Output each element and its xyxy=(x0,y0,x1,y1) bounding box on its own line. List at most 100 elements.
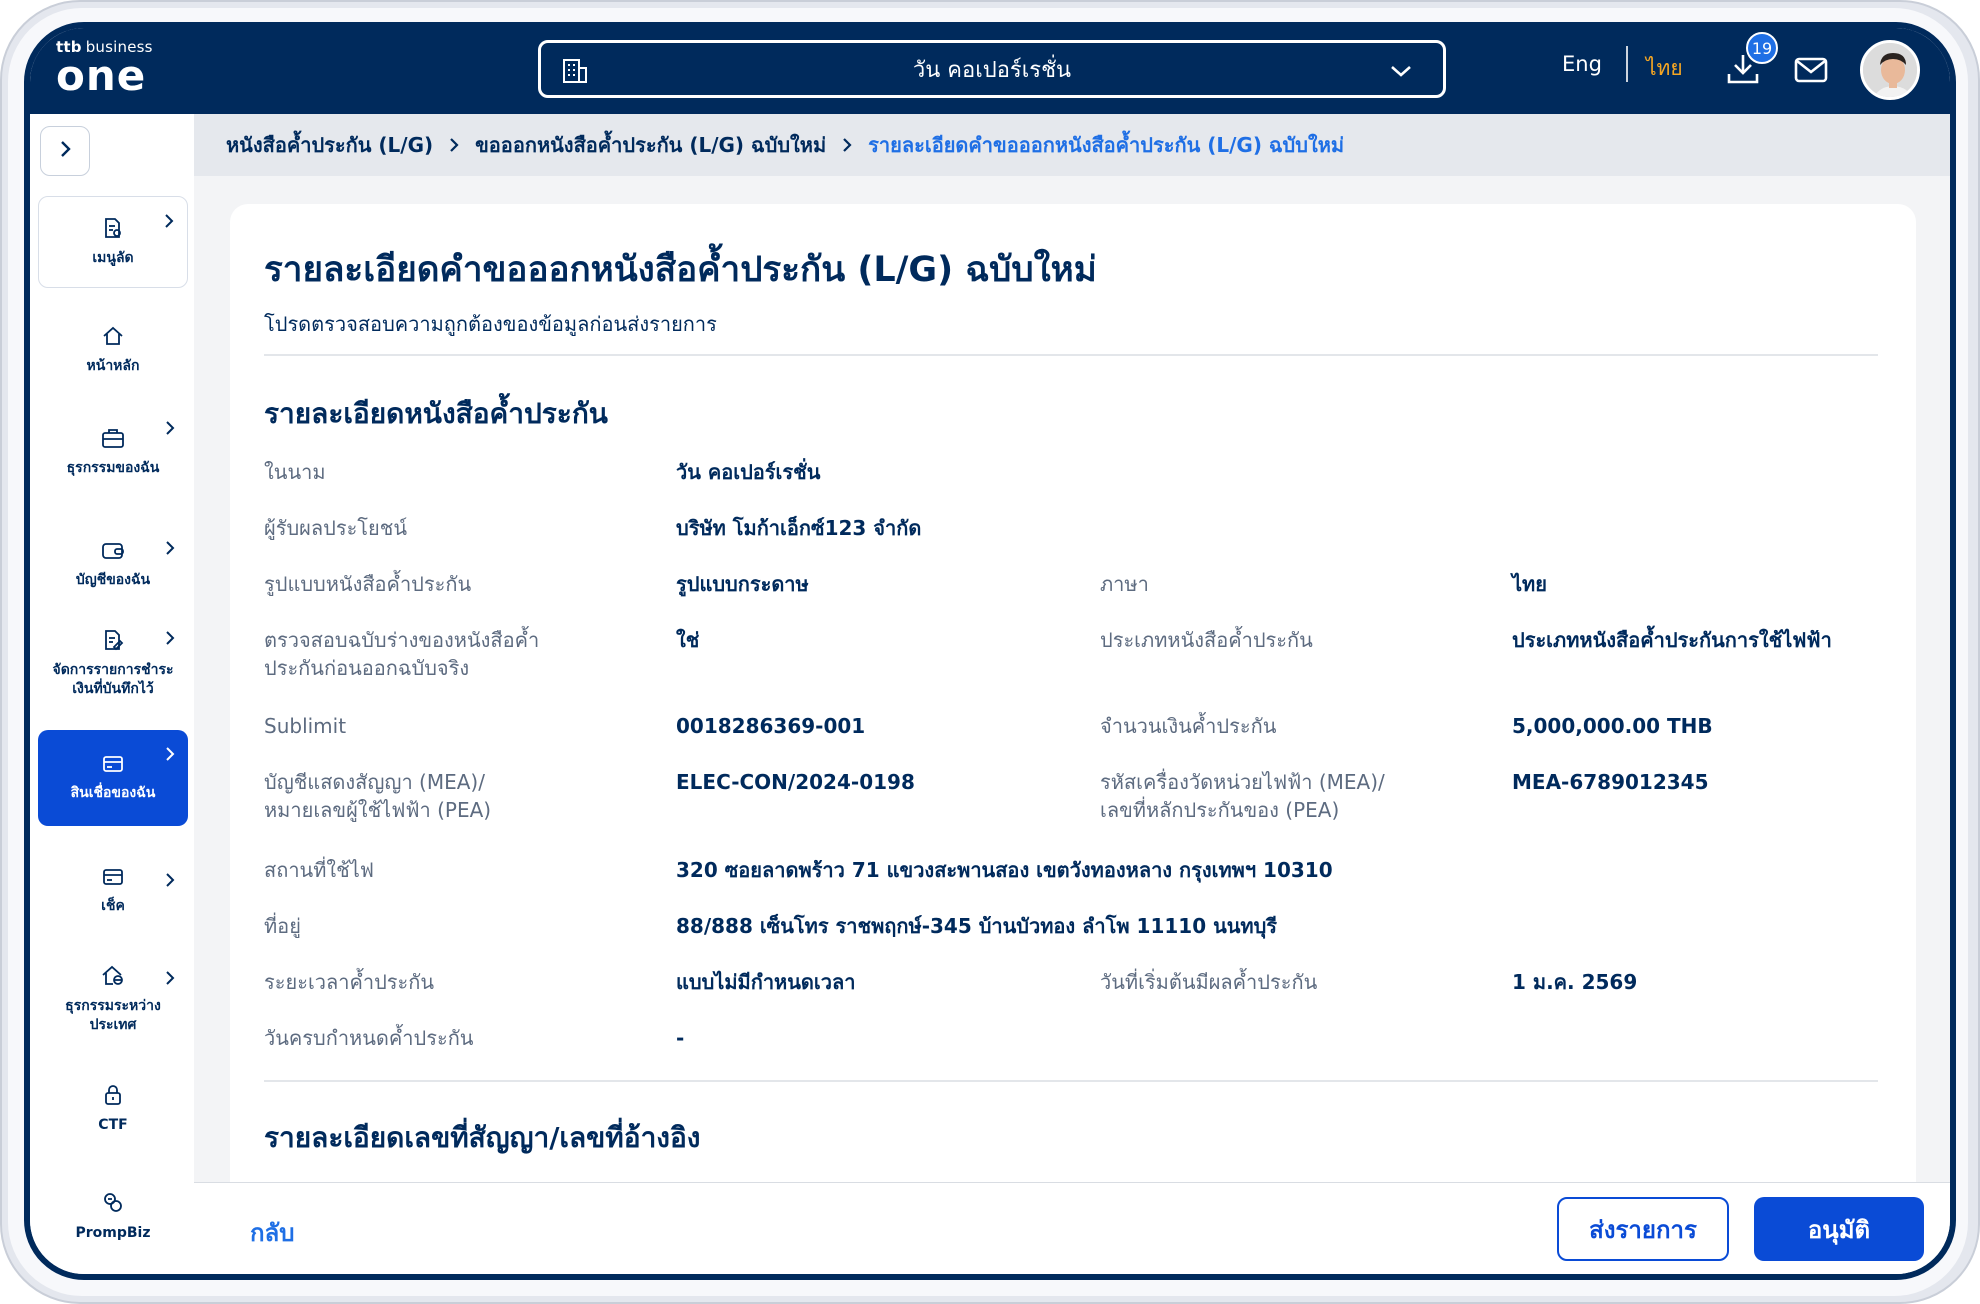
lang-eng-button[interactable]: Eng xyxy=(1562,52,1602,76)
chevron-down-icon xyxy=(1389,59,1413,87)
sidebar-item-ctf[interactable]: CTF xyxy=(38,1074,188,1144)
field-label-beneficiary: ผู้รับผลประโยชน์ xyxy=(264,516,408,540)
field-label-amount: จำนวนเงินค้ำประกัน xyxy=(1100,714,1277,738)
coins-icon xyxy=(102,1192,124,1218)
logo-text: one xyxy=(56,51,147,100)
breadcrumb-item-current: รายละเอียดคำขอออกหนังสือค้ำประกัน (L/G) … xyxy=(868,133,1345,157)
chevron-right-icon xyxy=(164,746,176,765)
section-title-contract: รายละเอียดเลขที่สัญญา/เลขที่อ้างอิง xyxy=(264,1121,701,1154)
detail-card: รายละเอียดคำขอออกหนังสือค้ำประกัน (L/G) … xyxy=(230,204,1916,1204)
field-label-format: รูปแบบหนังสือค้ำประกัน xyxy=(264,572,472,596)
field-value-period: แบบไม่มีกำหนดเวลา xyxy=(676,970,856,994)
field-label-line: บัญชีแสดงสัญญา (MEA)/ xyxy=(264,770,485,794)
sidebar-item-label: ธุรกรรมของฉัน xyxy=(66,459,160,476)
lang-thai-button[interactable]: ไทย xyxy=(1646,52,1683,85)
field-value-beneficiary: บริษัท โมก้าเอ็กซ์123 จำกัด xyxy=(676,516,922,540)
field-label-end-date: วันครบกำหนดค้ำประกัน xyxy=(264,1026,474,1050)
sidebar-item-my-loans[interactable]: สินเชื่อของฉัน xyxy=(38,730,188,826)
sidebar-item-prompbiz[interactable]: PrompBiz xyxy=(38,1182,188,1252)
field-label-name: ในนาม xyxy=(264,460,326,484)
field-value-start-date: 1 ม.ค. 2569 xyxy=(1512,970,1638,994)
avatar[interactable] xyxy=(1860,40,1920,100)
sidebar-item-saved-payments[interactable]: จัดการรายการชำระเงินที่บันทึกไว้ xyxy=(38,614,188,714)
top-bar: ttb business one วัน คอเปอร์เรชั่น Eng ไท… xyxy=(30,28,1950,114)
page-title: รายละเอียดคำขอออกหนังสือค้ำประกัน (L/G) … xyxy=(264,250,1097,290)
card-icon xyxy=(102,754,124,778)
field-value-site: 320 ซอยลาดพร้าว 71 แขวงสะพานสอง เขตวังทอ… xyxy=(676,858,1333,882)
chevron-right-icon xyxy=(447,137,461,153)
chevron-right-icon xyxy=(163,213,175,232)
sidebar-item-label: จัดการรายการชำระเงินที่บันทึกไว้ xyxy=(52,662,174,697)
footer-bar: กลับ ส่งรายการ อนุมัติ xyxy=(194,1182,1950,1274)
sidebar-item-label: สินเชื่อของฉัน xyxy=(70,784,156,801)
page-subtitle: โปรดตรวจสอบความถูกต้องของข้อมูลก่อนส่งรา… xyxy=(264,312,717,336)
chevron-right-icon xyxy=(56,140,74,162)
field-value-language: ไทย xyxy=(1512,572,1547,596)
field-label-draft-check: ตรวจสอบฉบับร่างของหนังสือค้ำ ประกันก่อนอ… xyxy=(264,626,539,682)
field-value-name: วัน คอเปอร์เรชั่น xyxy=(676,460,821,484)
mail-icon[interactable] xyxy=(1794,56,1828,88)
sidebar-item-label: บัญชีของฉัน xyxy=(75,571,151,588)
chevron-right-icon xyxy=(164,872,176,891)
chevron-right-icon xyxy=(164,970,176,989)
sidebar-item-home[interactable]: หน้าหลัก xyxy=(38,310,188,390)
field-label-line: รหัสเครื่องวัดหน่วยไฟฟ้า (MEA)/ xyxy=(1100,770,1385,794)
field-value-contract: ELEC-CON/2024-0198 xyxy=(676,770,915,794)
sidebar-item-international[interactable]: ธุรกรรมระหว่างประเทศ xyxy=(38,954,188,1046)
sidebar-item-quick-menu[interactable]: เมนูลัด xyxy=(38,196,188,288)
document-icon xyxy=(102,217,124,243)
sidebar-item-my-accounts[interactable]: บัญชีของฉัน xyxy=(38,524,188,604)
chevron-right-icon xyxy=(164,540,176,559)
sidebar-item-label: เช็ค xyxy=(101,897,125,914)
field-value-address: 88/888 เซ็นโทร ราชพฤกษ์-345 บ้านบัวทอง ล… xyxy=(676,914,1278,938)
field-label-contract: บัญชีแสดงสัญญา (MEA)/ หมายเลขผู้ใช้ไฟฟ้า… xyxy=(264,768,491,824)
sidebar-item-label: หน้าหลัก xyxy=(86,357,140,374)
document-edit-icon xyxy=(102,629,124,655)
sidebar-item-label: CTF xyxy=(98,1116,128,1133)
field-value-draft-check: ใช่ xyxy=(676,628,700,652)
app-screen: ttb business one วัน คอเปอร์เรชั่น Eng ไท… xyxy=(24,22,1956,1280)
breadcrumb-item-request-new[interactable]: ขอออกหนังสือค้ำประกัน (L/G) ฉบับใหม่ xyxy=(475,129,826,161)
company-name: วัน คอเปอร์เรชั่น xyxy=(912,57,1072,83)
field-value-meter: MEA-6789012345 xyxy=(1512,770,1709,794)
back-button[interactable]: กลับ xyxy=(250,1213,294,1252)
field-label-line: ประกันก่อนออกฉบับจริง xyxy=(264,656,470,680)
sidebar-expand-button[interactable] xyxy=(40,126,90,176)
field-label-line: เลขที่หลักประกันของ (PEA) xyxy=(1100,798,1340,822)
chevron-right-icon xyxy=(164,630,176,649)
field-label-period: ระยะเวลาค้ำประกัน xyxy=(264,970,435,994)
company-selector[interactable]: วัน คอเปอร์เรชั่น xyxy=(538,40,1446,98)
field-label-line: ตรวจสอบฉบับร่างของหนังสือค้ำ xyxy=(264,628,540,652)
section-title-guarantee: รายละเอียดหนังสือค้ำประกัน xyxy=(264,397,608,430)
breadcrumb: หนังสือค้ำประกัน (L/G) ขอออกหนังสือค้ำปร… xyxy=(194,114,1950,176)
lang-divider xyxy=(1626,46,1628,82)
field-label-line: หมายเลขผู้ใช้ไฟฟ้า (PEA) xyxy=(264,798,492,822)
field-value-sublimit: 0018286369-001 xyxy=(676,714,866,738)
field-value-end-date: - xyxy=(676,1026,685,1050)
submit-button[interactable]: ส่งรายการ xyxy=(1557,1197,1729,1261)
download-count-badge: 19 xyxy=(1746,32,1778,64)
sidebar-item-cheque[interactable]: เช็ค xyxy=(38,856,188,926)
field-label-language: ภาษา xyxy=(1100,572,1149,596)
sidebar-item-my-transactions[interactable]: ธุรกรรมของฉัน xyxy=(38,404,188,500)
chevron-right-icon xyxy=(164,420,176,439)
sidebar: เมนูลัด หน้าหลัก ธุรกรรมของฉัน บัญชีของฉ… xyxy=(30,114,194,1274)
breadcrumb-item-lg[interactable]: หนังสือค้ำประกัน (L/G) xyxy=(226,129,433,161)
field-label-type: ประเภทหนังสือค้ำประกัน xyxy=(1100,628,1313,652)
bank-global-icon xyxy=(101,965,125,991)
sidebar-item-label: เมนูลัด xyxy=(92,249,134,266)
approve-button[interactable]: อนุมัติ xyxy=(1754,1197,1924,1261)
field-label-meter: รหัสเครื่องวัดหน่วยไฟฟ้า (MEA)/ เลขที่หล… xyxy=(1100,768,1385,824)
chevron-right-icon xyxy=(840,137,854,153)
logo[interactable]: ttb business one xyxy=(56,38,153,100)
field-value-format: รูปแบบกระดาษ xyxy=(676,572,809,596)
field-label-site: สถานที่ใช้ไฟ xyxy=(264,858,374,882)
wallet-icon xyxy=(101,539,125,565)
building-icon xyxy=(561,57,589,89)
field-label-sublimit: Sublimit xyxy=(264,714,347,738)
field-label-start-date: วันที่เริ่มต้นมีผลค้ำประกัน xyxy=(1100,970,1318,994)
field-value-amount: 5,000,000.00 THB xyxy=(1512,714,1713,738)
sidebar-item-label: PrompBiz xyxy=(75,1224,151,1241)
divider xyxy=(264,1080,1878,1082)
home-icon xyxy=(102,325,124,351)
